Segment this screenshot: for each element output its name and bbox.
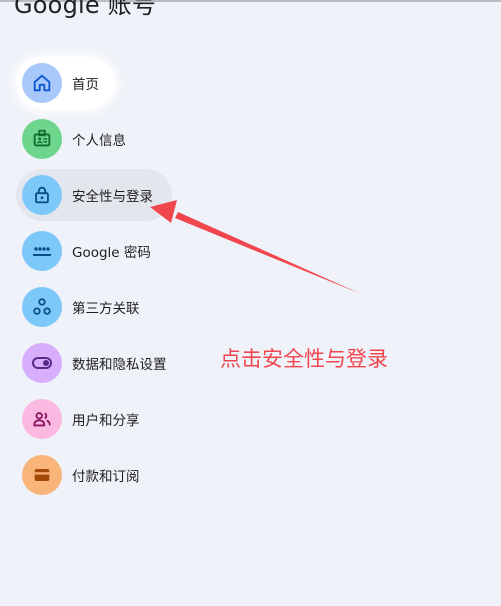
annotation-arrow-shaft (175, 212, 361, 294)
annotation-text: 点击安全性与登录 (220, 347, 388, 371)
annotation-arrow (150, 200, 361, 294)
annotation-arrow-head (150, 200, 177, 223)
